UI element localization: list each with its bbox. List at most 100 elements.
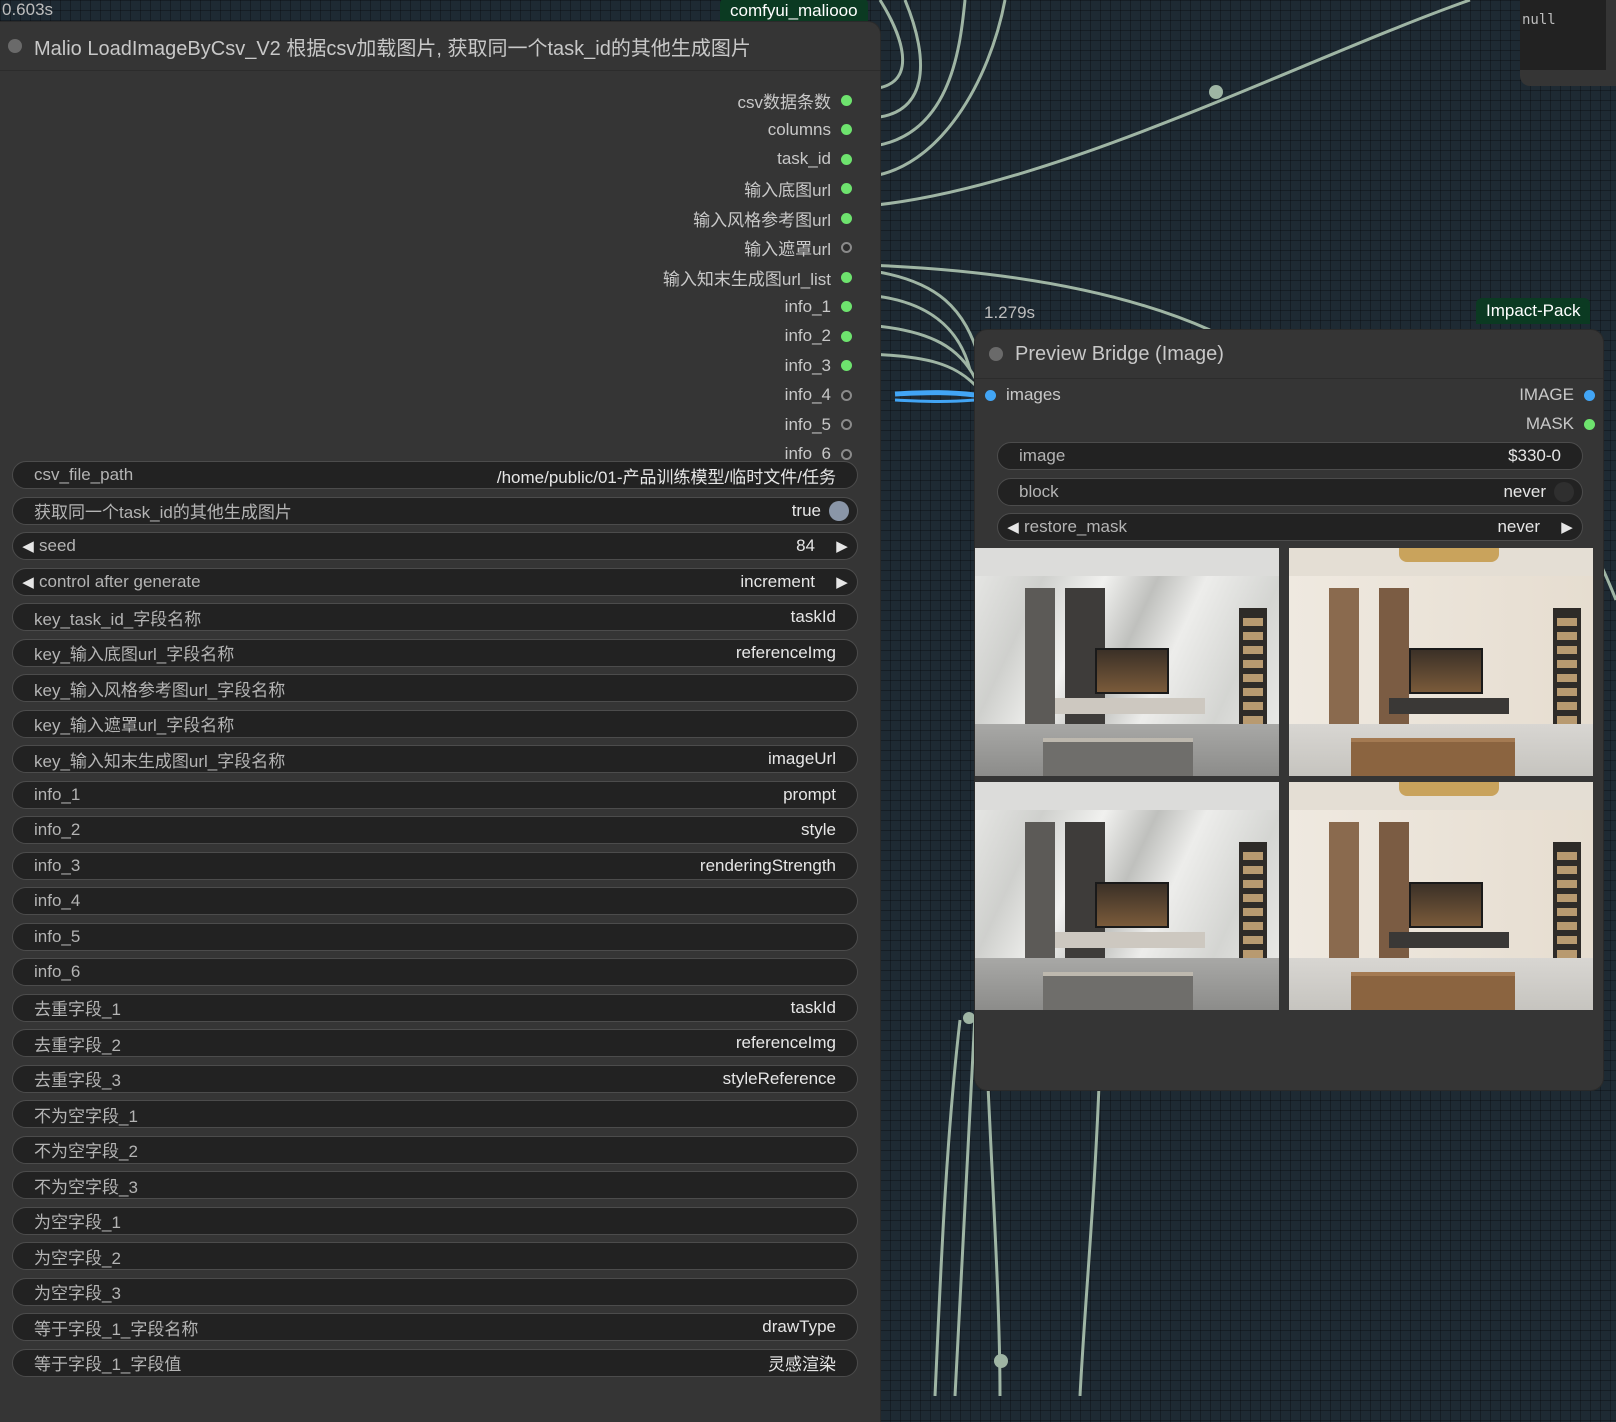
widget-value[interactable]: never <box>1497 517 1540 537</box>
widget-field[interactable]: info_4 <box>12 887 858 915</box>
widget-toggle[interactable]: block never <box>997 477 1583 506</box>
output-slot-dot[interactable] <box>841 360 852 371</box>
output-slot-row[interactable]: csv数据条数 <box>738 88 852 112</box>
widget-field[interactable]: info_6 <box>12 958 858 986</box>
widget-field[interactable]: 去重字段_1 taskId <box>12 993 858 1022</box>
output-slot-dot[interactable] <box>841 153 852 165</box>
output-slot-row[interactable]: info_3 <box>785 354 852 378</box>
widget-field[interactable]: info_5 <box>12 922 858 951</box>
preview-image-thumbnail[interactable] <box>975 782 1279 1010</box>
output-slot-dot[interactable] <box>841 419 852 430</box>
toggle-knob-icon[interactable] <box>1554 481 1574 502</box>
preview-image-grid[interactable] <box>975 548 1603 1016</box>
widget-value[interactable]: taskId <box>791 607 836 627</box>
widget-value[interactable]: styleReference <box>723 1069 836 1089</box>
preview-bridge-node[interactable]: Preview Bridge (Image) images IMAGE MASK … <box>975 330 1603 1090</box>
widget-field[interactable]: key_task_id_字段名称 taskId <box>12 603 858 631</box>
output-slot-dot[interactable] <box>841 242 852 253</box>
output-slot-dot[interactable] <box>841 389 852 401</box>
widget-value[interactable]: drawType <box>762 1317 836 1337</box>
widget-field[interactable]: 等于字段_1_字段名称 drawType <box>12 1313 858 1341</box>
output-slot-dot[interactable] <box>1584 389 1595 401</box>
widget-value[interactable]: imageUrl <box>768 749 836 769</box>
widget-field[interactable]: info_1 prompt <box>12 780 858 809</box>
output-slot-dot[interactable] <box>841 183 852 194</box>
output-slot-dot[interactable] <box>841 124 852 135</box>
output-slot-row[interactable]: task_id <box>777 147 852 171</box>
widget-field[interactable]: csv_file_path/home/public/01-产品训练模型/临时文件… <box>12 461 858 489</box>
widget-field[interactable]: 为空字段_3 <box>12 1277 858 1306</box>
preview-image-thumbnail[interactable] <box>1289 782 1593 1010</box>
widget-field[interactable]: 不为空字段_1 <box>12 1100 858 1128</box>
toggle-knob-icon[interactable] <box>829 500 849 521</box>
preview-image-thumbnail[interactable] <box>1289 548 1593 776</box>
output-slot-row[interactable]: info_1 <box>785 295 852 319</box>
widget-value[interactable]: true <box>792 501 821 521</box>
node-title: Malio LoadImageByCsv_V2 根据csv加载图片, 获取同一个… <box>34 37 751 60</box>
collapse-dot-icon[interactable] <box>989 347 1003 361</box>
preview-image-thumbnail[interactable] <box>975 548 1279 776</box>
widget-value[interactable]: referenceImg <box>736 643 836 663</box>
output-slot-dot[interactable] <box>841 301 852 312</box>
output-slot-row[interactable]: 输入遮罩url <box>744 236 852 260</box>
widget-field[interactable]: info_3 renderingStrength <box>12 851 858 880</box>
decrement-arrow-icon[interactable]: ◀ <box>1004 518 1022 536</box>
output-slot-dot[interactable] <box>1584 418 1595 430</box>
increment-arrow-icon[interactable]: ▶ <box>1558 518 1576 536</box>
widget-combo[interactable]: ◀ restore_mask never ▶ <box>997 513 1583 541</box>
input-slot-dot[interactable] <box>985 389 996 401</box>
widget-field[interactable]: 不为空字段_2 <box>12 1135 858 1164</box>
widget-value[interactable]: prompt <box>783 785 836 805</box>
load-image-by-csv-node[interactable]: Malio LoadImageByCsv_V2 根据csv加载图片, 获取同一个… <box>0 22 880 1422</box>
output-slot-row[interactable]: info_4 <box>785 383 852 407</box>
output-slot-dot[interactable] <box>841 212 852 224</box>
widget-field[interactable]: key_输入风格参考图url_字段名称 <box>12 674 858 702</box>
output-slot-row[interactable]: info_5 <box>785 413 852 437</box>
widget-value[interactable]: 灵感渲染 <box>768 1350 836 1375</box>
increment-arrow-icon[interactable]: ▶ <box>833 537 851 555</box>
decrement-arrow-icon[interactable]: ◀ <box>19 537 37 555</box>
widget-field[interactable]: 不为空字段_3 <box>12 1171 858 1199</box>
widget-value[interactable]: 84 <box>796 536 815 556</box>
input-slot-images[interactable]: images <box>985 383 1071 407</box>
widget-label: info_3 <box>34 855 81 875</box>
widget-field[interactable]: 去重字段_2 referenceImg <box>12 1029 858 1057</box>
widget-toggle[interactable]: 获取同一个task_id的其他生成图片 true <box>12 496 858 525</box>
widget-value[interactable]: renderingStrength <box>700 856 836 876</box>
widget-value[interactable]: referenceImg <box>736 1033 836 1053</box>
widget-field[interactable]: image $330-0 <box>997 442 1583 470</box>
widget-field[interactable]: info_2 style <box>12 816 858 844</box>
widget-field[interactable]: 为空字段_2 <box>12 1242 858 1270</box>
output-slot-row[interactable]: columns <box>768 118 852 142</box>
decrement-arrow-icon[interactable]: ◀ <box>19 573 37 591</box>
widget-field[interactable]: key_输入遮罩url_字段名称 <box>12 709 858 738</box>
collapse-dot-icon[interactable] <box>8 39 22 53</box>
widget-value[interactable]: $330-0 <box>1508 446 1561 466</box>
widget-number[interactable]: ◀ seed 84 ▶ <box>12 532 858 560</box>
output-slot-row[interactable]: 输入风格参考图url <box>693 206 852 230</box>
output-slot-dot[interactable] <box>841 271 852 283</box>
widget-label: key_输入知末生成图url_字段名称 <box>34 751 286 771</box>
output-slot-dot[interactable] <box>841 448 852 460</box>
output-slot-row[interactable]: 输入底图url <box>744 177 852 201</box>
output-slot-dot[interactable] <box>841 94 852 106</box>
widget-value[interactable]: /home/public/01-产品训练模型/临时文件/任务 <box>497 463 836 488</box>
increment-arrow-icon[interactable]: ▶ <box>833 573 851 591</box>
widget-value[interactable]: never <box>1503 482 1546 502</box>
widget-value[interactable]: taskId <box>791 998 836 1018</box>
output-slot-row[interactable]: info_2 <box>785 324 852 348</box>
widget-field[interactable]: key_输入知末生成图url_字段名称 imageUrl <box>12 745 858 773</box>
node-title-bar[interactable]: Malio LoadImageByCsv_V2 根据csv加载图片, 获取同一个… <box>0 22 880 71</box>
output-slot-row[interactable]: MASK <box>1526 412 1595 436</box>
widget-field[interactable]: key_输入底图url_字段名称 referenceImg <box>12 638 858 667</box>
output-slot-row[interactable]: IMAGE <box>1519 383 1595 407</box>
preview-title-bar[interactable]: Preview Bridge (Image) <box>975 330 1603 379</box>
output-slot-dot[interactable] <box>841 330 852 342</box>
widget-value[interactable]: increment <box>740 572 815 592</box>
widget-field[interactable]: 去重字段_3 styleReference <box>12 1064 858 1093</box>
output-slot-row[interactable]: 输入知末生成图url_list <box>663 265 852 289</box>
widget-value[interactable]: style <box>801 820 836 840</box>
widget-combo[interactable]: ◀ control after generate increment ▶ <box>12 567 858 596</box>
widget-field[interactable]: 为空字段_1 <box>12 1206 858 1235</box>
widget-field[interactable]: 等于字段_1_字段值 灵感渲染 <box>12 1348 858 1377</box>
